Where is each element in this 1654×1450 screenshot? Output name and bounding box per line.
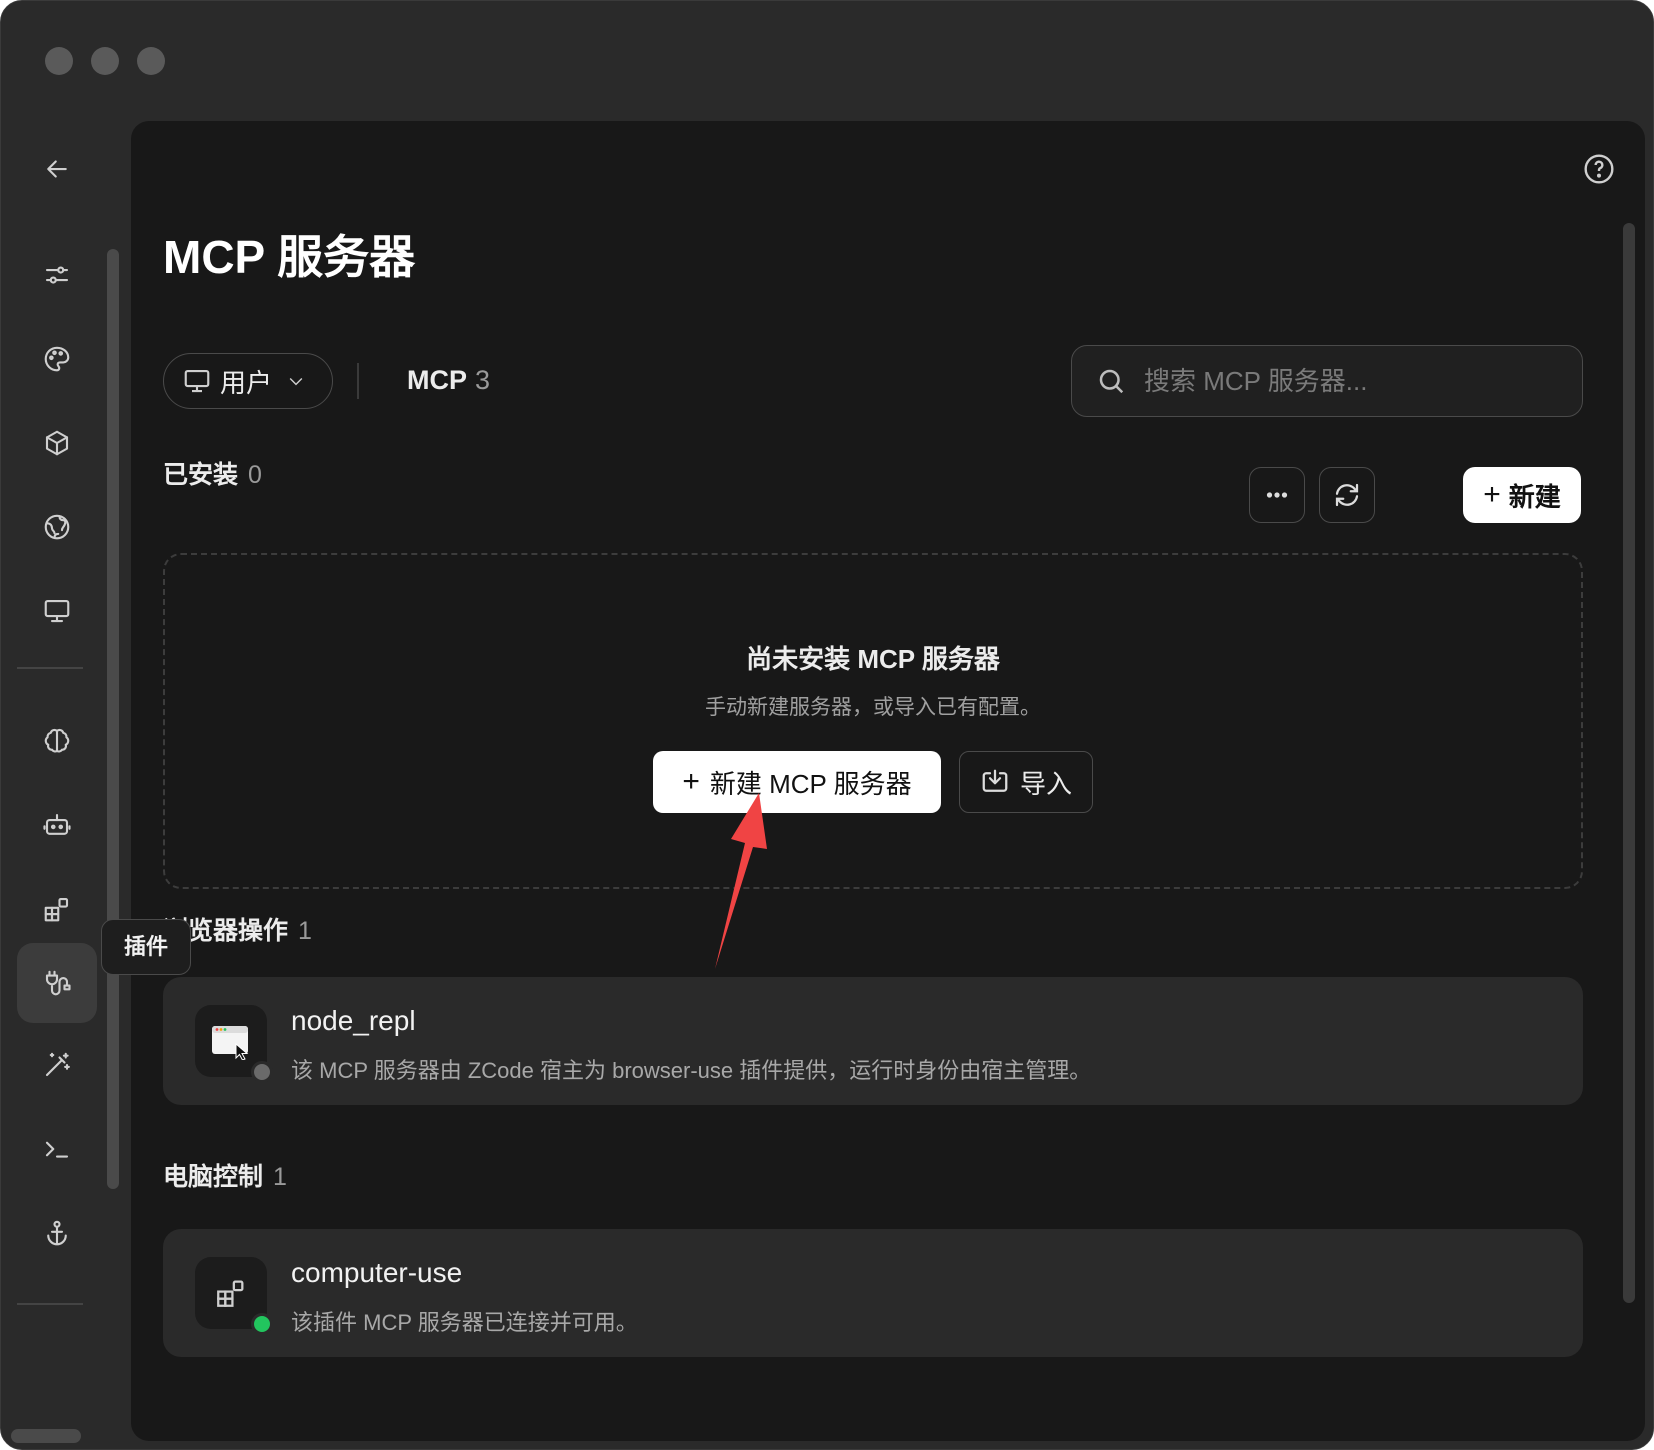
- server-description: 该 MCP 服务器由 ZCode 宿主为 browser-use 插件提供，运行…: [291, 1058, 1092, 1083]
- terminal-icon: [45, 1141, 69, 1158]
- sidebar-item-display[interactable]: [17, 571, 97, 651]
- plus-icon: +: [682, 765, 700, 798]
- back-arrow-icon: [47, 160, 67, 178]
- sidebar-item-memory[interactable]: [17, 701, 97, 781]
- plugins-icon: [44, 897, 69, 922]
- bot-icon: [43, 813, 71, 835]
- brain-icon: [44, 728, 70, 753]
- browser-window-icon: [195, 1005, 273, 1083]
- window-controls: [45, 47, 165, 75]
- group-count: 1: [298, 917, 312, 945]
- installed-heading: 已安装 0: [163, 455, 262, 491]
- monitor-icon: [44, 599, 70, 623]
- status-dot: [251, 1061, 273, 1083]
- search-box[interactable]: [1071, 345, 1583, 417]
- import-icon: [982, 769, 1008, 792]
- new-button-label: 新建: [1508, 481, 1561, 512]
- sidebar-item-hooks[interactable]: [17, 1193, 97, 1273]
- more-horizontal-icon: [1266, 492, 1288, 498]
- new-mcp-server-label: 新建 MCP 服务器: [709, 768, 912, 799]
- scope-dropdown[interactable]: 用户: [163, 353, 333, 409]
- plus-icon: +: [1483, 478, 1501, 511]
- refresh-button[interactable]: [1319, 467, 1375, 523]
- search-icon: [1099, 369, 1124, 394]
- tab-mcp-count: 3: [475, 365, 491, 395]
- anchor-icon: [47, 1220, 67, 1246]
- new-mcp-server-button[interactable]: + 新建 MCP 服务器: [653, 751, 941, 813]
- sidebar-divider: [17, 1303, 83, 1305]
- server-name: node_repl: [291, 1005, 416, 1036]
- scope-label: 用户: [220, 367, 273, 398]
- help-circle-icon: [1584, 154, 1614, 184]
- main-panel: MCP 服务器 用户 MCP3 已安装0 + 新建 尚未安装 MCP 服务: [131, 121, 1645, 1441]
- more-options-button[interactable]: [1249, 467, 1305, 523]
- refresh-icon: [1335, 483, 1359, 507]
- import-label: 导入: [1019, 768, 1072, 799]
- monitor-icon: [184, 369, 210, 393]
- import-button[interactable]: 导入: [959, 751, 1093, 813]
- new-button[interactable]: + 新建: [1463, 467, 1581, 523]
- horizontal-scrollbar[interactable]: [11, 1429, 81, 1443]
- mcp-plug-icon: [45, 970, 71, 996]
- empty-state-subtitle: 手动新建服务器，或导入已有配置。: [705, 696, 1041, 719]
- sidebar-item-skills[interactable]: [17, 1025, 97, 1105]
- sidebar-item-plugins[interactable]: [17, 869, 97, 949]
- sidebar-item-mcp[interactable]: [17, 943, 97, 1023]
- server-card-computer-use[interactable]: computer-use 该插件 MCP 服务器已连接并可用。: [163, 1229, 1583, 1357]
- sidebar-item-network[interactable]: [17, 487, 97, 567]
- magic-wand-icon: [45, 1052, 70, 1077]
- sidebar-item-agents[interactable]: [17, 785, 97, 865]
- chevron-down-icon: [289, 377, 303, 386]
- main-scrollbar[interactable]: [1623, 223, 1635, 1303]
- installed-count: 0: [248, 461, 262, 489]
- sidebar-item-terminal[interactable]: [17, 1109, 97, 1189]
- sidebar-item-appearance[interactable]: [17, 319, 97, 399]
- group-heading-computer: 电脑控制 1: [163, 1157, 287, 1193]
- status-dot: [251, 1313, 273, 1335]
- sidebar-tooltip: 插件: [101, 919, 192, 975]
- sidebar-item-general[interactable]: [17, 235, 97, 315]
- toolbar-divider: [357, 363, 359, 399]
- tab-mcp-label: MCP: [407, 365, 467, 395]
- globe-icon: [44, 514, 70, 540]
- app-window: 插件 MCP 服务器 用户 MCP 3 已安装 0 +: [0, 0, 1654, 1450]
- minimize-window-button[interactable]: [91, 47, 119, 75]
- group-count: 1: [273, 1163, 287, 1191]
- server-card-node-repl[interactable]: node_repl 该 MCP 服务器由 ZCode 宿主为 browser-u…: [163, 977, 1583, 1105]
- tab-mcp[interactable]: MCP 3: [407, 365, 490, 396]
- empty-state-title: 尚未安装 MCP 服务器: [746, 644, 1000, 674]
- server-description: 该插件 MCP 服务器已连接并可用。: [291, 1310, 638, 1335]
- close-window-button[interactable]: [45, 47, 73, 75]
- plugins-icon: [195, 1257, 273, 1335]
- palette-icon: [44, 346, 70, 372]
- server-name: computer-use: [291, 1257, 463, 1288]
- empty-state: 尚未安装 MCP 服务器 手动新建服务器，或导入已有配置。 + 新建 MCP 服…: [163, 553, 1583, 889]
- package-icon: [45, 430, 69, 456]
- installed-label: 已安装: [163, 461, 239, 489]
- sidebar-divider: [17, 667, 83, 669]
- sidebar-item-models[interactable]: [17, 403, 97, 483]
- page-title: MCP 服务器: [163, 231, 416, 283]
- back-button[interactable]: [17, 129, 97, 209]
- search-input[interactable]: [1144, 365, 1544, 397]
- sliders-icon: [45, 266, 69, 284]
- group-label: 电脑控制: [163, 1163, 264, 1191]
- maximize-window-button[interactable]: [137, 47, 165, 75]
- help-button[interactable]: [1583, 153, 1615, 185]
- sidebar-scrollbar[interactable]: [107, 249, 119, 1189]
